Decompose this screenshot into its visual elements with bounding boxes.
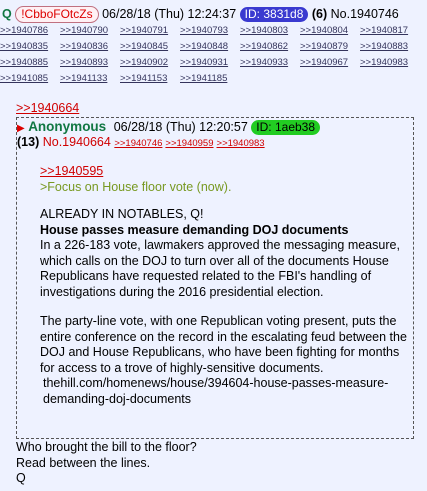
poster-id-badge[interactable]: ID: 3831d8 [239, 7, 309, 22]
expand-arrow-icon[interactable]: ▶ [17, 123, 25, 134]
backlink[interactable]: >>1940835 [0, 41, 48, 52]
backlink[interactable]: >>1940817 [360, 25, 408, 36]
article-url: thehill.com/homenews/house/394604-house-… [43, 376, 389, 406]
reply-count: (6) [311, 7, 328, 21]
article-headline: House passes measure demanding DOJ docum… [40, 222, 349, 237]
backlink[interactable]: >>1941153 [120, 73, 167, 84]
article-paragraph-2: The party-line vote, with one Republican… [40, 314, 407, 375]
backlink[interactable]: >>1940786 [0, 25, 48, 36]
message-line: Who brought the bill to the floor? [16, 440, 197, 454]
backlink[interactable]: >>1940804 [300, 25, 348, 36]
tripcode-badge: !CbboFOtcZs [15, 6, 99, 23]
backlink[interactable]: >>1940790 [60, 25, 108, 36]
backlink[interactable]: >>1940983 [360, 57, 408, 68]
quoted-backlink[interactable]: >>1940746 [114, 138, 162, 149]
backlink[interactable]: >>1940879 [300, 41, 348, 52]
quoted-backlink[interactable]: >>1940959 [165, 138, 213, 149]
post-message: Who brought the bill to the floor? Read b… [16, 440, 197, 487]
quoted-id-badge[interactable]: ID: 1aeb38 [251, 120, 321, 135]
backlink[interactable]: >>1940885 [0, 57, 48, 68]
quoted-post: ▶ Anonymous 06/28/18 (Thu) 12:20:57 ID: … [16, 117, 414, 439]
quoted-reply-count: (13) [17, 135, 40, 149]
backlink[interactable]: >>1940902 [120, 57, 168, 68]
quoted-poster-name: Anonymous [28, 119, 107, 134]
backlink[interactable]: >>1941085 [0, 73, 48, 84]
poster-name: Q [2, 7, 12, 21]
message-line: Q [16, 471, 26, 485]
quoted-post-body: >>1940595 >Focus on House floor vote (no… [40, 164, 410, 407]
quoted-datetime: 06/28/18 (Thu) 12:20:57 [113, 120, 248, 134]
backlink[interactable]: >>1940883 [360, 41, 408, 52]
backlink[interactable]: >>1940791 [120, 25, 168, 36]
backlink[interactable]: >>1940893 [60, 57, 108, 68]
backlink[interactable]: >>1940845 [120, 41, 168, 52]
greentext-line: >Focus on House floor vote (now). [40, 179, 232, 194]
post-datetime: 06/28/18 (Thu) 12:24:37 [102, 7, 237, 21]
backlink[interactable]: >>1941185 [180, 73, 227, 84]
post-header: Q !CbboFOtcZs 06/28/18 (Thu) 12:24:37 ID… [2, 6, 399, 23]
backlink[interactable]: >>1941133 [60, 73, 107, 84]
post-number-link[interactable]: No.1940746 [331, 7, 399, 21]
notables-line: ALREADY IN NOTABLES, Q! [40, 207, 204, 221]
quoted-post-header: ▶ Anonymous 06/28/18 (Thu) 12:20:57 ID: … [17, 119, 321, 135]
backlink[interactable]: >>1940862 [240, 41, 288, 52]
backlink[interactable]: >>1940793 [180, 25, 228, 36]
quoted-post-number[interactable]: No.1940664 [43, 135, 111, 149]
backlink[interactable]: >>1940931 [180, 57, 228, 68]
reference-link[interactable]: >>1940664 [16, 101, 79, 115]
q-post: Q !CbboFOtcZs 06/28/18 (Thu) 12:24:37 ID… [0, 0, 427, 491]
backlink[interactable]: >>1940967 [300, 57, 348, 68]
message-line: Read between the lines. [16, 455, 151, 470]
quote-link[interactable]: >>1940595 [40, 164, 103, 178]
backlink[interactable]: >>1940836 [60, 41, 108, 52]
quoted-backlink[interactable]: >>1940983 [217, 138, 265, 149]
quoted-backlinks: >>1940746 >>1940959 >>1940983 [114, 135, 267, 149]
backlink[interactable]: >>1940848 [180, 41, 228, 52]
backlink[interactable]: >>1940933 [240, 57, 288, 68]
backlink[interactable]: >>1940803 [240, 25, 288, 36]
quoted-post-meta: (13) No.1940664 >>1940746 >>1940959 >>1940… [17, 135, 268, 149]
article-paragraph-1: In a 226-183 vote, lawmakers approved th… [40, 238, 400, 299]
